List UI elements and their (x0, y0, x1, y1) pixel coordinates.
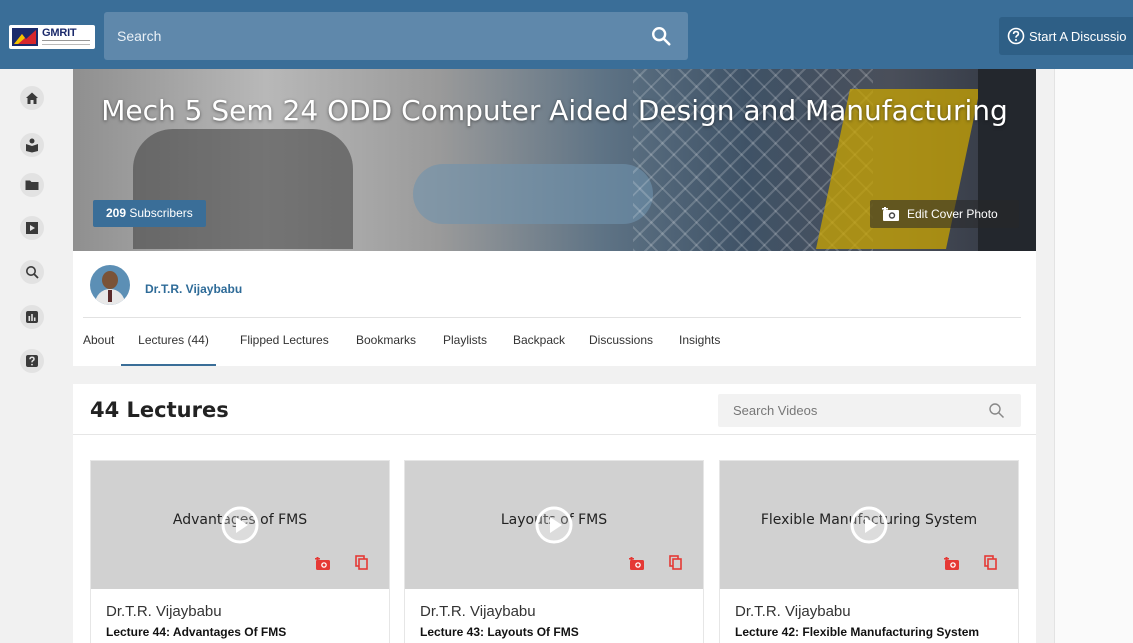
lectures-header: 44 Lectures (73, 384, 1036, 435)
camera-icon[interactable] (944, 556, 960, 571)
lecture-author: Dr.T.R. Vijaybabu (420, 603, 536, 620)
divider (83, 317, 1021, 318)
right-column (1054, 69, 1133, 643)
cover-decor (133, 129, 353, 249)
tab-playlists[interactable]: Playlists (443, 333, 487, 366)
tab-flipped-lectures[interactable]: Flipped Lectures (240, 333, 329, 366)
tab-lectures[interactable]: Lectures (44) (121, 333, 216, 366)
camera-icon (882, 207, 899, 221)
logo-tagline (42, 40, 90, 45)
copy-icon[interactable] (984, 555, 997, 570)
folder-icon[interactable] (20, 173, 44, 197)
top-bar: GMRIT Start A Discussio (0, 0, 1133, 69)
channel-panel: Dr.T.R. Vijaybabu About Lectures (44) Fl… (73, 251, 1036, 366)
lecture-thumbnail[interactable]: Layouts of FMS (405, 461, 703, 589)
lecture-card[interactable]: Advantages of FMS Dr.T.R. Vijaybabu Lect… (90, 460, 390, 643)
logo-text: GMRIT (42, 27, 77, 39)
tab-insights[interactable]: Insights (679, 333, 720, 366)
tab-discussions[interactable]: Discussions (589, 333, 653, 366)
gmrit-logo[interactable]: GMRIT (9, 25, 95, 49)
start-discussion-label: Start A Discussio (1029, 29, 1127, 44)
global-search (104, 12, 688, 60)
play-video-icon[interactable] (20, 216, 44, 240)
copy-icon[interactable] (355, 555, 368, 570)
subscribers-label: Subscribers (129, 206, 193, 220)
subscribers-count: 209 (106, 206, 127, 220)
lecture-thumbnail[interactable]: Advantages of FMS (91, 461, 389, 589)
lecture-title[interactable]: Lecture 43: Layouts Of FMS (420, 625, 579, 639)
start-discussion-button[interactable]: Start A Discussio (999, 17, 1133, 55)
copy-icon[interactable] (669, 555, 682, 570)
lecture-thumbnail[interactable]: Flexible Manufacturing System (720, 461, 1018, 589)
play-icon[interactable] (534, 505, 574, 545)
left-sidebar (0, 69, 62, 643)
play-icon[interactable] (220, 505, 260, 545)
help-icon[interactable] (20, 349, 44, 373)
cover-decor (413, 164, 653, 224)
insights-icon[interactable] (20, 305, 44, 329)
tab-bookmarks[interactable]: Bookmarks (356, 333, 416, 366)
lecture-author: Dr.T.R. Vijaybabu (735, 603, 851, 620)
avatar[interactable] (90, 265, 130, 305)
search-icon[interactable] (988, 402, 1005, 419)
lecture-card[interactable]: Layouts of FMS Dr.T.R. Vijaybabu Lecture… (404, 460, 704, 643)
search-icon[interactable] (20, 260, 44, 284)
question-circle-icon (1007, 27, 1025, 45)
learner-icon[interactable] (20, 133, 44, 157)
camera-icon[interactable] (629, 556, 645, 571)
cover-photo: Mech 5 Sem 24 ODD Computer Aided Design … (73, 69, 1036, 251)
edit-cover-photo-label: Edit Cover Photo (907, 207, 998, 221)
camera-icon[interactable] (315, 556, 331, 571)
channel-title: Mech 5 Sem 24 ODD Computer Aided Design … (101, 94, 1008, 127)
owner-name-link[interactable]: Dr.T.R. Vijaybabu (145, 282, 242, 296)
play-icon[interactable] (849, 505, 889, 545)
lecture-author: Dr.T.R. Vijaybabu (106, 603, 222, 620)
search-icon[interactable] (650, 25, 672, 47)
tab-about[interactable]: About (83, 333, 114, 366)
logo-mark-icon (12, 28, 38, 46)
video-search-input[interactable] (733, 394, 983, 427)
subscribers-badge[interactable]: 209 Subscribers (93, 200, 206, 227)
lecture-card[interactable]: Flexible Manufacturing System Dr.T.R. Vi… (719, 460, 1019, 643)
home-icon[interactable] (20, 86, 44, 110)
lectures-heading: 44 Lectures (90, 398, 229, 422)
video-search (718, 394, 1021, 427)
lecture-title[interactable]: Lecture 42: Flexible Manufacturing Syste… (735, 625, 979, 639)
lectures-section: 44 Lectures Advantages of FMS (73, 384, 1036, 643)
global-search-input[interactable] (117, 12, 637, 60)
tab-backpack[interactable]: Backpack (513, 333, 565, 366)
lecture-title[interactable]: Lecture 44: Advantages Of FMS (106, 625, 286, 639)
edit-cover-photo-button[interactable]: Edit Cover Photo (870, 200, 1019, 228)
